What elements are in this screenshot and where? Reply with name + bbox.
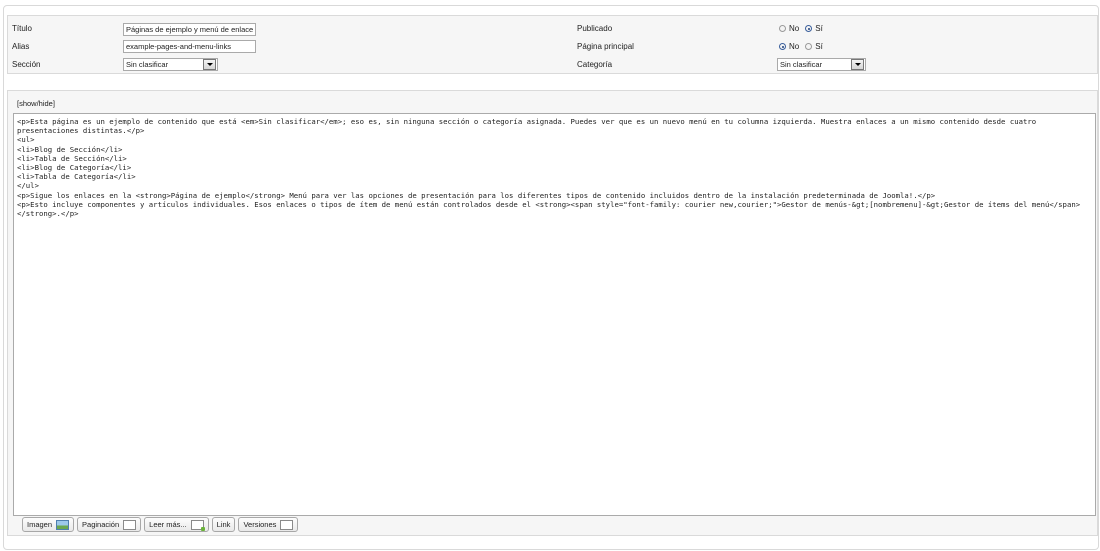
pagina-principal-radio-group: No Sí [779,42,829,51]
leer-mas-button[interactable]: Leer más... [144,517,209,532]
alias-input[interactable]: example-pages-and-menu-links [123,40,256,53]
publicado-radio-group: No Sí [779,24,829,33]
chevron-down-icon[interactable] [851,59,864,70]
categoria-label: Categoría [577,60,613,69]
paginacion-button[interactable]: Paginación [77,517,142,532]
categoria-select-value: Sin clasificar [780,60,823,69]
publicado-no-radio[interactable] [779,25,786,32]
publicado-label: Publicado [577,24,613,33]
titulo-input[interactable]: Páginas de ejemplo y menú de enlace [123,23,256,36]
versions-icon [280,519,294,530]
seccion-select-value: Sin clasificar [126,60,169,69]
versiones-button[interactable]: Versiones [238,517,299,532]
imagen-button-label: Imagen [27,520,53,529]
link-button[interactable]: Link [211,517,236,532]
show-hide-toggle[interactable]: [show/hide] [17,99,55,108]
seccion-select[interactable]: Sin clasificar [123,58,218,71]
imagen-button[interactable]: Imagen [22,517,75,532]
read-more-icon [190,519,205,531]
publicado-no-label: No [789,24,800,33]
versiones-button-label: Versiones [243,520,277,529]
image-icon [56,519,70,530]
titulo-label: Título [12,24,33,33]
page-break-icon [123,519,137,530]
seccion-label: Sección [12,60,41,69]
chevron-down-icon[interactable] [203,59,216,70]
publicado-si-radio[interactable] [805,25,813,32]
leer-mas-button-label: Leer más... [149,520,187,529]
pagina-principal-no-label: No [789,42,800,51]
link-button-label: Link [216,520,231,529]
pagina-principal-no-radio[interactable] [779,43,786,50]
editor-button-bar: Imagen Paginación Leer más... Link Versi… [22,517,299,532]
pagina-principal-si-label: Sí [815,42,823,51]
pagina-principal-label: Página principal [577,42,634,51]
paginacion-button-label: Paginación [82,520,120,529]
categoria-select[interactable]: Sin clasificar [777,58,866,71]
pagina-principal-si-radio[interactable] [805,43,813,50]
details-panel: Título Páginas de ejemplo y menú de enla… [7,15,1098,74]
alias-label: Alias [12,42,30,51]
publicado-si-label: Sí [815,24,823,33]
content-textarea[interactable]: <p>Esta página es un ejemplo de contenid… [13,113,1096,516]
editor-panel: [show/hide] <p>Esta página es un ejemplo… [7,90,1098,536]
